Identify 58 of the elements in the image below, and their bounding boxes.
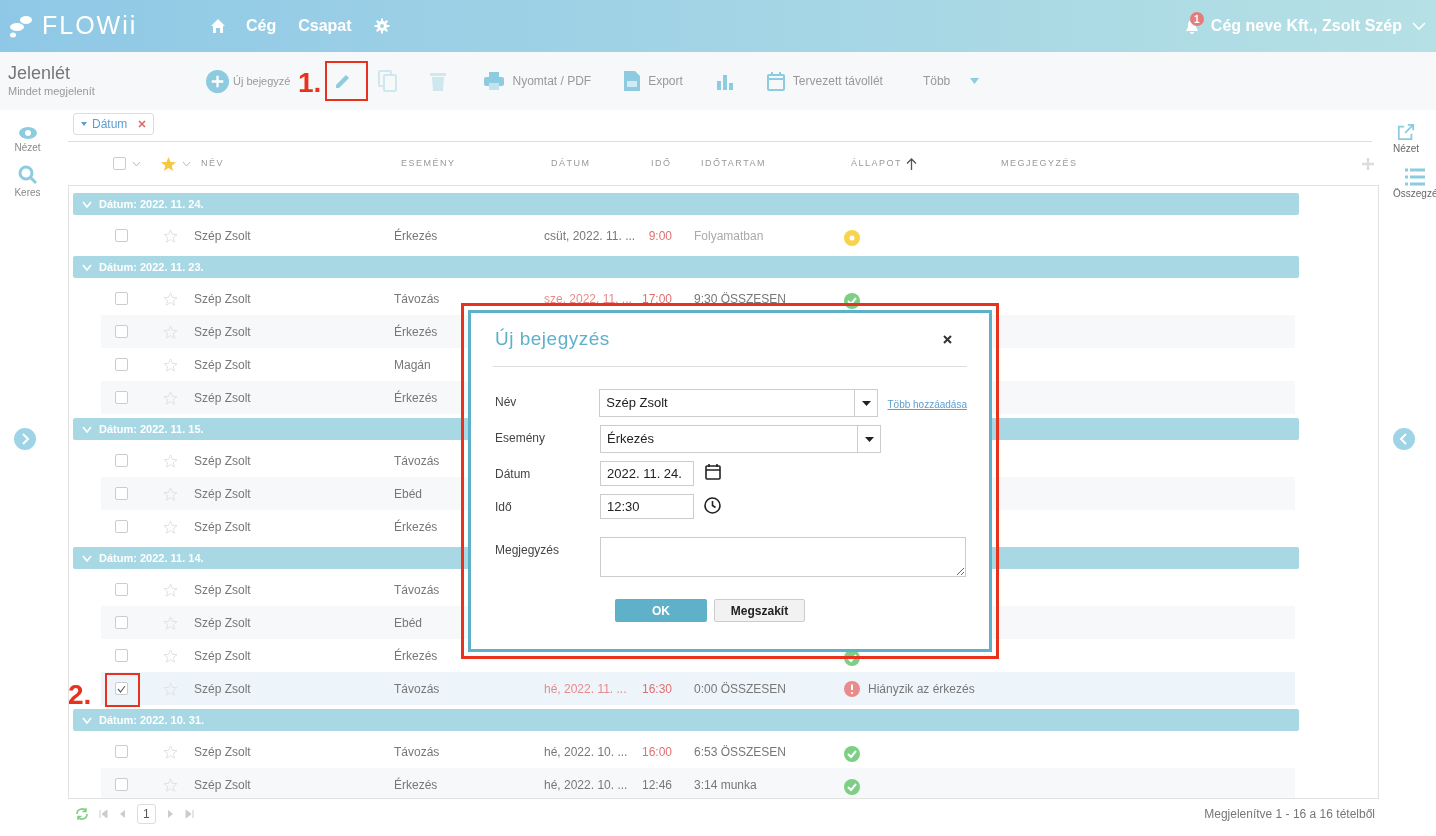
name-cell-text: Szép Zsolt (194, 680, 251, 698)
event-cell-text: Távozás (394, 452, 440, 470)
event-cell-text: Érkezés (394, 389, 438, 407)
duration-cell-text: 0:00 ÖSSZESEN (694, 680, 787, 698)
page-title: Jelenlét (8, 62, 72, 83)
event-cell-text: Távozás (394, 290, 440, 308)
date-cell-text: csüt, 2022. 11. ... (544, 227, 636, 245)
page-subtitle: Mindet megjelenít (8, 83, 96, 99)
event-cell-text: Érkezés (394, 647, 438, 665)
name-cell-text: Szép Zsolt (194, 290, 251, 308)
filter-label: Dátum (92, 116, 128, 133)
name-cell-text: Szép Zsolt (194, 389, 251, 407)
field-label: Esemény (495, 430, 547, 447)
logo-text: FLOWii (42, 10, 138, 42)
event-cell-text: Érkezés (394, 776, 438, 794)
name-cell-text: Szép Zsolt (194, 776, 251, 794)
pagination-summary: Megjelenítve 1 - 16 a 16 tételből (1204, 806, 1375, 823)
name-cell-text: Szép Zsolt (194, 227, 251, 245)
name-cell-text: Szép Zsolt (194, 452, 251, 470)
annotation-label: 2. (68, 678, 92, 712)
event-cell-text: Távozás (394, 581, 440, 599)
event-cell-text: Ebéd (394, 485, 423, 503)
name-cell-text: Szép Zsolt (194, 647, 251, 665)
field-label: Megjegyzés (495, 542, 561, 559)
date-cell-text: hé, 2022. 10. ... (544, 743, 628, 761)
field-label: Dátum (495, 466, 532, 483)
field-label: Név (495, 394, 518, 411)
name-cell-text: Szép Zsolt (194, 743, 251, 761)
time-cell-text: 9:00 (648, 227, 672, 245)
name-cell-text: Szép Zsolt (194, 614, 251, 632)
status-text: Hiányzik az érkezés (868, 680, 975, 698)
event-cell-text: Magán (394, 356, 431, 374)
event-cell-text: Érkezés (394, 518, 438, 536)
time-cell-text: 16:30 (641, 680, 672, 698)
duration-cell-text: 6:53 ÖSSZESEN (694, 743, 787, 761)
time-cell-text: 17:00 (641, 290, 672, 308)
event-cell-text: Ebéd (394, 614, 423, 632)
event-cell-text: Érkezés (394, 323, 438, 341)
notification-badge: 1 (1189, 12, 1204, 26)
duration-cell-text: Folyamatban (694, 227, 764, 245)
duration-cell-text: 9:30 ÖSSZESEN (694, 290, 787, 308)
time-cell-text: 12:46 (641, 776, 672, 794)
name-cell-text: Szép Zsolt (194, 581, 251, 599)
event-cell-text: Érkezés (394, 227, 438, 245)
name-cell-text: Szép Zsolt (194, 356, 251, 374)
duration-cell-text: 3:14 munka (694, 776, 757, 794)
date-cell-text: sze, 2022. 11. ... (544, 290, 632, 308)
time-cell-text: 16:00 (641, 743, 672, 761)
event-cell-text: Távozás (394, 743, 440, 761)
date-cell-text: hé, 2022. 10. ... (544, 776, 628, 794)
annotation-label: 1. (298, 66, 322, 100)
field-label: Idő (495, 499, 513, 516)
name-cell-text: Szép Zsolt (194, 518, 251, 536)
event-cell-text: Távozás (394, 680, 440, 698)
date-cell-text: hé, 2022. 11. ... (544, 680, 627, 698)
name-cell-text: Szép Zsolt (194, 485, 251, 503)
dialog-title: Új bejegyzés (494, 327, 610, 352)
name-cell-text: Szép Zsolt (194, 323, 251, 341)
